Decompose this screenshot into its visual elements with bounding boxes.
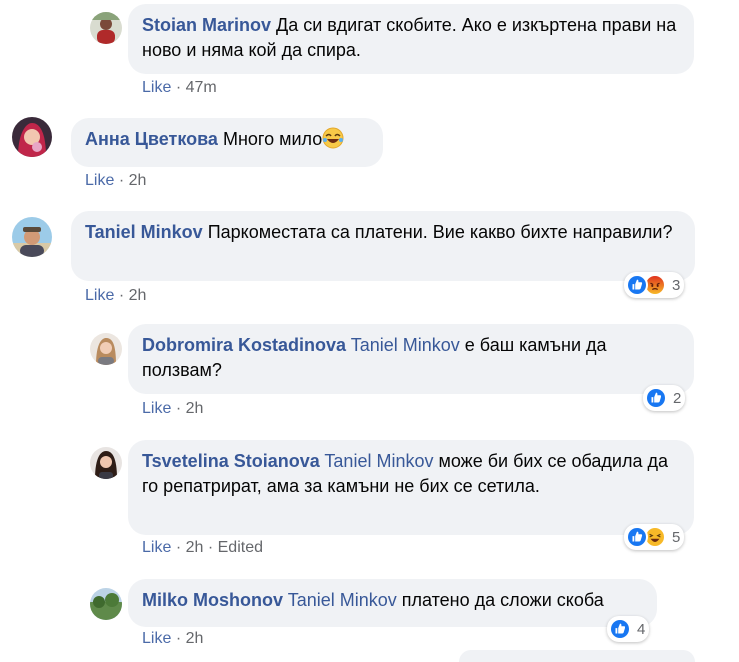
laughing-emoji-icon <box>322 127 344 149</box>
reactions-summary[interactable]: 5 <box>624 524 685 550</box>
like-button[interactable]: Like <box>142 79 171 96</box>
comment-author[interactable]: Анна Цветкова <box>85 129 218 149</box>
comment-actions: Like · 2h <box>85 172 147 189</box>
timestamp[interactable]: 2h <box>129 287 147 304</box>
comment-bubble: Stoian Marinov Да си вдигат скобите. Ако… <box>128 4 694 74</box>
avatar[interactable] <box>90 333 122 365</box>
comment-text: платено да сложи скоба <box>401 590 604 610</box>
like-reaction-icon <box>626 526 648 548</box>
avatar[interactable] <box>12 217 52 257</box>
comment-actions: Like · 47m <box>142 79 217 96</box>
comment-author[interactable]: Taniel Minkov <box>85 222 203 242</box>
like-reaction-icon <box>626 274 648 296</box>
like-button[interactable]: Like <box>85 172 114 189</box>
edited-label[interactable]: Edited <box>218 539 263 556</box>
like-reaction-icon <box>645 387 667 409</box>
timestamp[interactable]: 2h <box>186 400 204 417</box>
comment-actions: Like · 2h <box>85 287 147 304</box>
reaction-count: 5 <box>672 528 681 546</box>
reaction-count: 3 <box>672 276 681 294</box>
comment-text: Паркоместата са платени. Вие какво бихте… <box>207 222 673 242</box>
avatar[interactable] <box>90 447 122 479</box>
comment-author[interactable]: Stoian Marinov <box>142 15 271 35</box>
comment-actions: Like · 2h <box>142 630 204 647</box>
comment-author[interactable]: Tsvetelina Stoianova <box>142 451 320 471</box>
mention-link[interactable]: Taniel Minkov <box>351 335 460 355</box>
timestamp[interactable]: 47m <box>186 79 217 96</box>
next-reply-bubble <box>459 650 695 662</box>
timestamp[interactable]: 2h <box>186 630 204 647</box>
comment-text: Много мило <box>222 129 323 149</box>
comment-author[interactable]: Dobromira Kostadinova <box>142 335 346 355</box>
mention-link[interactable]: Taniel Minkov <box>324 451 433 471</box>
comment-bubble: Milko Moshonov Taniel Minkov платено да … <box>128 579 657 627</box>
like-reaction-icon <box>609 618 631 640</box>
like-button[interactable]: Like <box>142 539 171 556</box>
like-button[interactable]: Like <box>85 287 114 304</box>
reactions-summary[interactable]: 2 <box>643 385 686 411</box>
reactions-summary[interactable]: 3 <box>624 272 685 298</box>
timestamp[interactable]: 2h <box>129 172 147 189</box>
comment-bubble: Анна Цветкова Много мило <box>71 118 383 167</box>
comment-bubble: Taniel Minkov Паркоместата са платени. В… <box>71 211 695 281</box>
like-button[interactable]: Like <box>142 630 171 647</box>
mention-link[interactable]: Taniel Minkov <box>288 590 397 610</box>
comment-actions: Like · 2h <box>142 400 204 417</box>
avatar[interactable] <box>90 12 122 44</box>
reaction-count: 2 <box>673 389 682 407</box>
reactions-summary[interactable]: 4 <box>607 616 650 642</box>
like-button[interactable]: Like <box>142 400 171 417</box>
comment-actions: Like · 2h · Edited <box>142 539 263 556</box>
timestamp[interactable]: 2h <box>186 539 204 556</box>
comment-bubble: Dobromira Kostadinova Taniel Minkov е ба… <box>128 324 694 394</box>
avatar[interactable] <box>90 588 122 620</box>
reaction-count: 4 <box>637 620 646 638</box>
comment-bubble: Tsvetelina Stoianova Taniel Minkov може … <box>128 440 694 535</box>
comment-author[interactable]: Milko Moshonov <box>142 590 283 610</box>
avatar[interactable] <box>12 117 52 157</box>
